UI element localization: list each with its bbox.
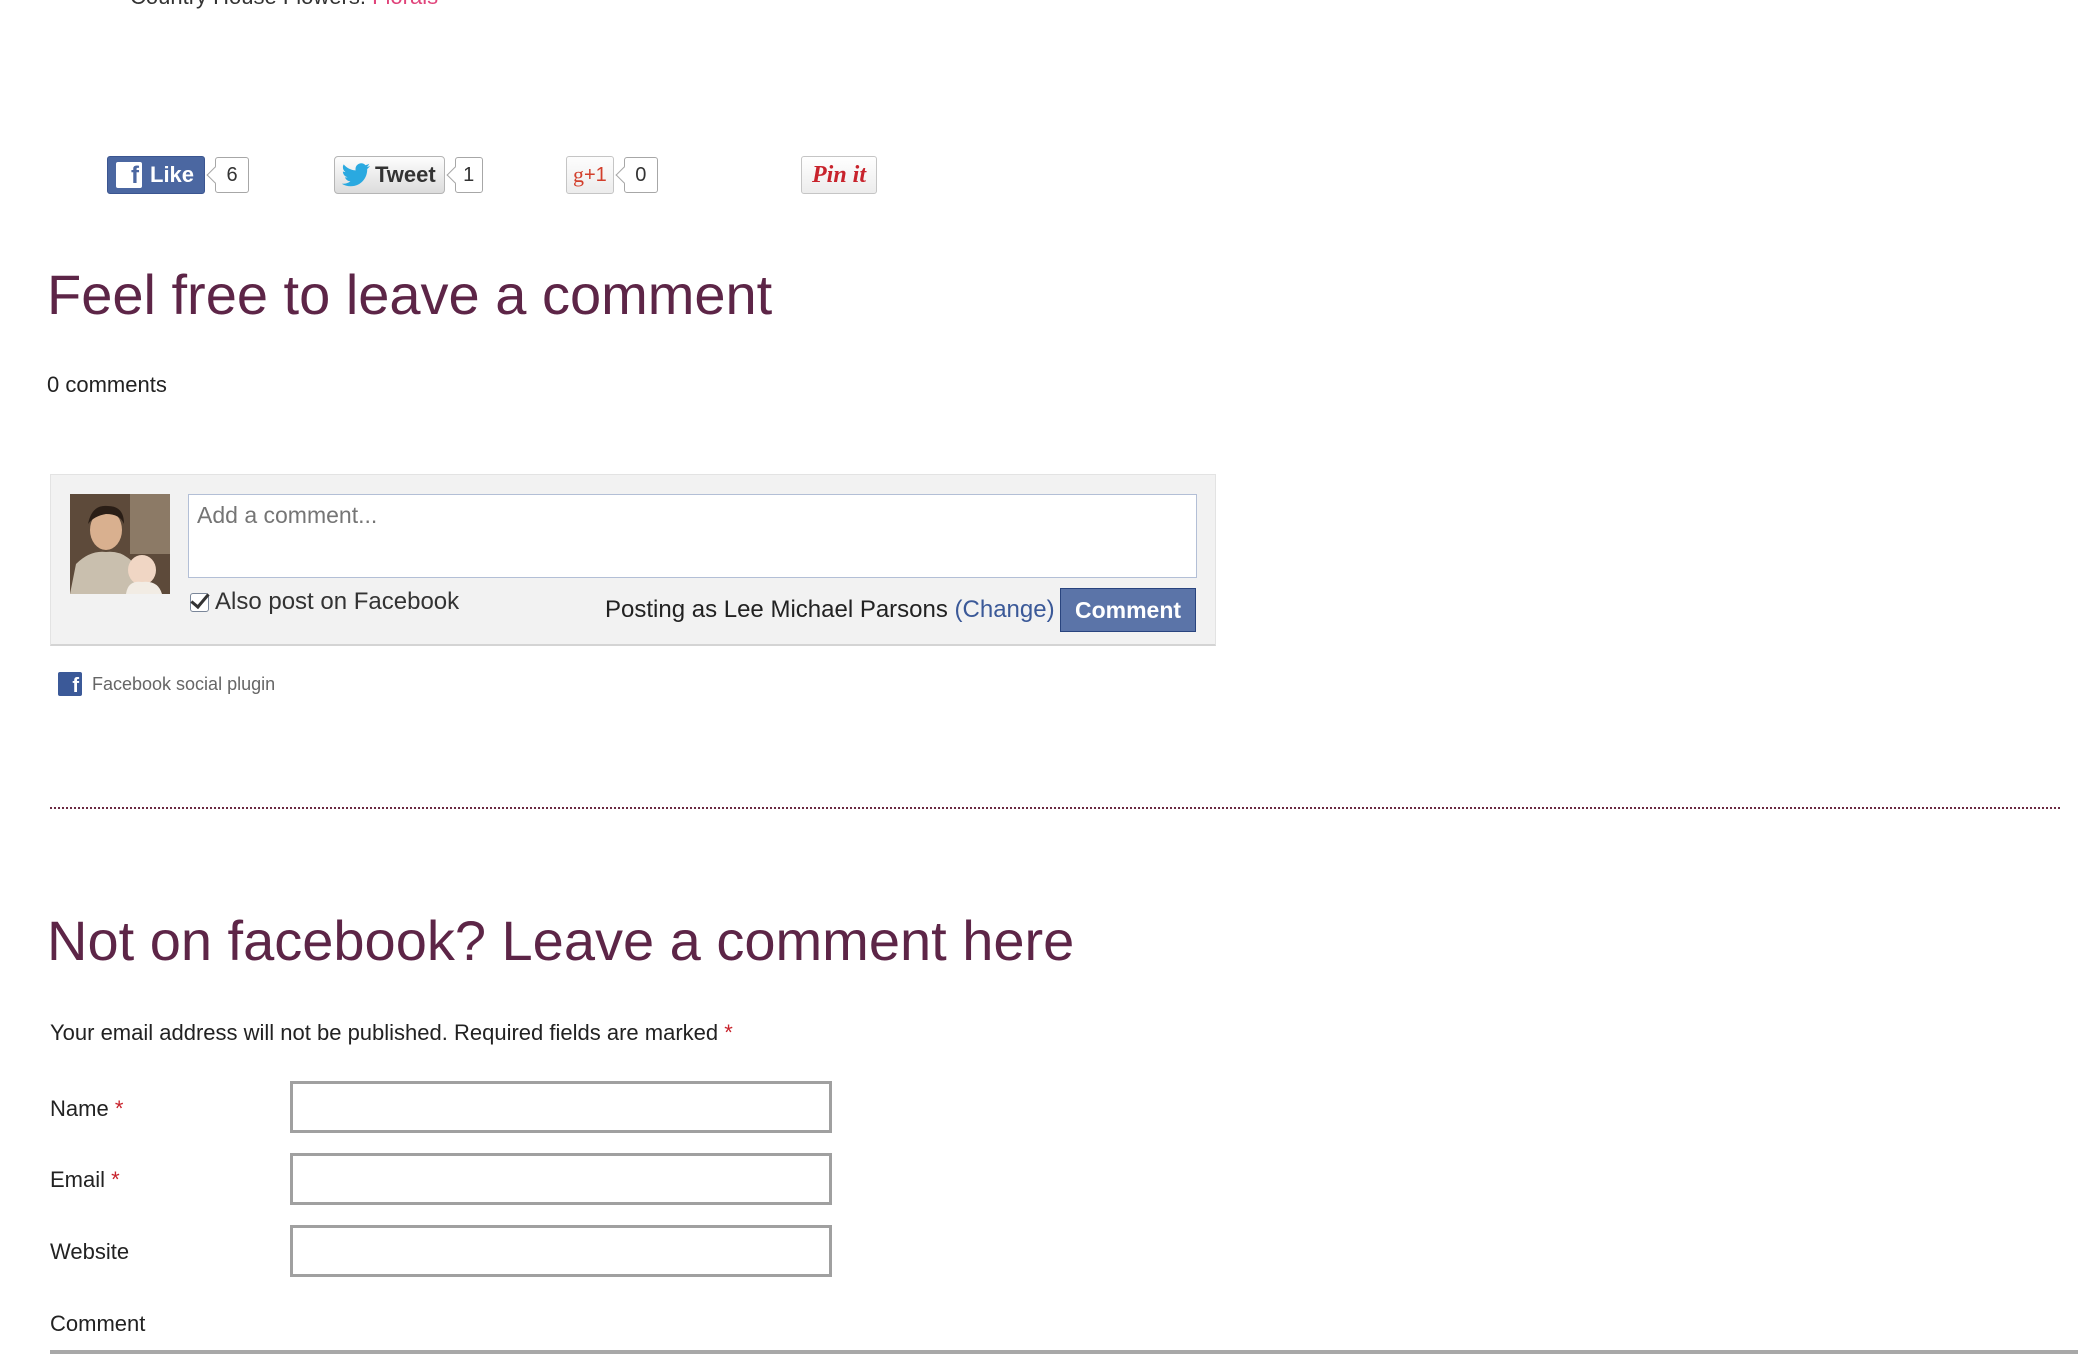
comment-form-heading: Not on facebook? Leave a comment here [47,909,1075,972]
email-field-label: Email * [50,1167,120,1193]
user-photo [70,494,170,594]
google-plus-widget: g +1 0 [566,154,658,196]
required-marker: * [111,1167,120,1192]
email-field[interactable] [290,1153,832,1205]
facebook-like-button[interactable]: f Like [107,156,206,194]
required-marker: * [114,1096,124,1121]
facebook-social-plugin[interactable]: f Facebook social plugin [58,672,275,696]
website-label: Website [50,1239,130,1264]
facebook-like-widget: f Like 6 [107,154,250,196]
like-count: 6 [215,157,250,193]
plus-one-label: +1 [584,163,607,186]
avatar [70,494,170,594]
tweet-label: Tweet [375,162,436,187]
google-g-icon: g [573,162,584,187]
name-label: Name [50,1096,109,1121]
comment-label: Comment [50,1311,146,1336]
google-plus-one-button[interactable]: g +1 [566,156,614,194]
also-post-option[interactable]: Also post on Facebook [190,588,459,616]
comment-count: 0 comments [47,372,167,397]
tweet-button[interactable]: Tweet [334,156,445,194]
facebook-f-icon: f [58,672,82,696]
posting-as-info: Posting as Lee Michael Parsons (Change) [605,596,1055,624]
comment-input[interactable] [188,494,1197,578]
florals-link[interactable]: Florals [372,0,438,9]
google-plus-count: 0 [623,157,658,193]
previous-content-line: Country House Flowers. Florals [130,0,438,10]
email-label: Email [50,1167,106,1192]
notice-text: Your email address will not be published… [50,1020,719,1045]
twitter-bird-icon [341,163,370,187]
also-post-label: Also post on Facebook [215,588,460,615]
section-divider [50,807,2060,809]
previous-content-text: Country House Flowers. [130,0,366,9]
tweet-count: 1 [454,157,483,193]
change-link[interactable]: (Change) [955,596,1055,623]
pin-it-button[interactable]: Pin it [801,156,878,194]
facebook-comments-heading: Feel free to leave a comment [47,263,773,326]
posting-as-text: Posting as Lee Michael Parsons [605,596,955,623]
pinterest-widget: Pin it [801,154,878,196]
plugin-label: Facebook social plugin [92,673,276,694]
facebook-f-icon: f [116,162,142,188]
name-field[interactable] [290,1081,832,1133]
name-field-label: Name * [50,1096,123,1122]
website-field[interactable] [290,1225,832,1277]
checkbox-checked-icon[interactable] [190,592,209,612]
tweet-widget: Tweet 1 [334,154,483,196]
comment-textarea-edge[interactable] [50,1350,2078,1354]
form-notice: Your email address will not be published… [50,1020,733,1046]
like-label: Like [150,162,195,187]
required-marker: * [724,1020,733,1045]
comment-button[interactable]: Comment [1060,588,1196,632]
